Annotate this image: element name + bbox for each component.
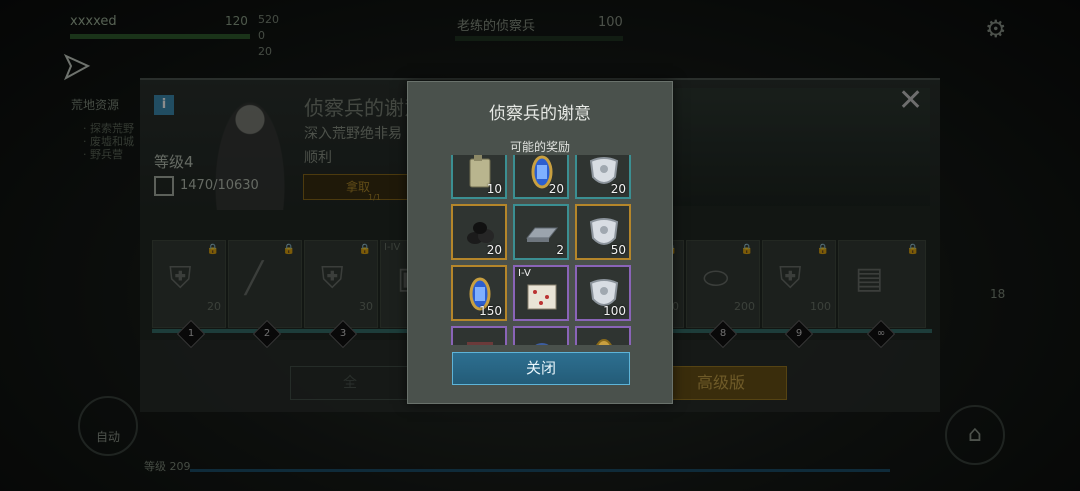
reward-quantity: 20	[548, 182, 564, 196]
modal-title: 侦察兵的谢意	[489, 104, 591, 124]
reward-tier-tag: I-V	[518, 268, 531, 279]
reward-quantity: 2	[556, 243, 564, 257]
game-screen: xxxxed 120 520 0 20 老练的侦察兵 100 ⚙ 荒地资源 · …	[0, 0, 1080, 491]
reward-quantity: 150	[479, 304, 502, 318]
reward-grid-viewport[interactable]: 10 20 20 20 2 50 150 I-V 100	[451, 155, 632, 345]
reward-item[interactable]	[513, 326, 569, 345]
reward-item[interactable]: 20	[513, 155, 569, 199]
reward-quantity: 10	[486, 182, 502, 196]
rewards-modal: 侦察兵的谢意 可能的奖励 10 20 20 20 2 50 150 I-V 100 关闭	[407, 81, 673, 404]
modal-subtitle: 可能的奖励	[509, 140, 570, 154]
gold-capsule-icon	[596, 339, 612, 345]
bundle-icon	[467, 342, 493, 345]
reward-item[interactable]: 10	[451, 155, 507, 199]
reward-item[interactable]: 100	[575, 265, 631, 321]
reward-item[interactable]	[451, 326, 507, 345]
gear-part-icon	[535, 343, 549, 345]
reward-item[interactable]: 2	[513, 204, 569, 260]
reward-item[interactable]: I-V	[513, 265, 569, 321]
reward-grid: 10 20 20 20 2 50 150 I-V 100	[451, 155, 631, 345]
dice-box-icon	[527, 284, 557, 310]
reward-item[interactable]: 150	[451, 265, 507, 321]
reward-quantity: 20	[610, 182, 626, 196]
reward-quantity: 50	[610, 243, 626, 257]
reward-item[interactable]	[575, 326, 631, 345]
close-button[interactable]: 关闭	[452, 352, 630, 385]
reward-quantity: 100	[603, 304, 626, 318]
reward-item[interactable]: 50	[575, 204, 631, 260]
reward-item[interactable]: 20	[575, 155, 631, 199]
reward-item[interactable]: 20	[451, 204, 507, 260]
reward-quantity: 20	[486, 243, 502, 257]
